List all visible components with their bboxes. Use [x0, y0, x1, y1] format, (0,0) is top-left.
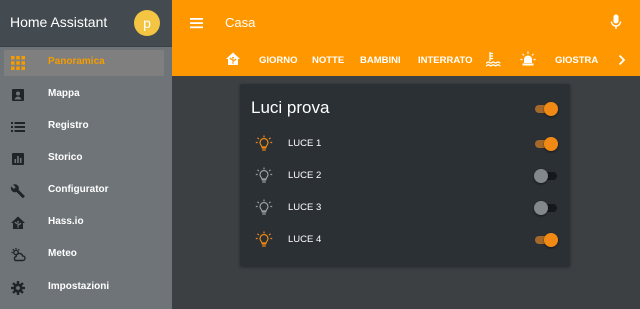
sidebar-item-configurator[interactable]: Configurator [0, 175, 172, 207]
sidebar: Home Assistant p Panoramica Mappa Regist… [0, 0, 172, 309]
sidebar-item-label: Impostazioni [48, 281, 110, 292]
chart-icon [12, 153, 24, 165]
tab-water-level-icon[interactable] [485, 51, 501, 67]
lightbulb-icon [255, 199, 273, 215]
microphone-icon[interactable] [608, 13, 624, 31]
light-row-luce-3: LUCE 3 [240, 193, 570, 223]
light-toggle[interactable] [534, 233, 558, 247]
lightbulb-icon [255, 167, 273, 183]
tab-giorno[interactable]: GIORNO [259, 55, 298, 66]
sidebar-item-label: Panoramica [48, 56, 105, 67]
sidebar-item-label: Mappa [48, 88, 80, 99]
weather-icon [11, 248, 26, 262]
app-toolbar: Casa GIORNO NOTTE BAMBINI INTERRATO GIOS… [172, 0, 640, 76]
sidebar-item-mappa[interactable]: Mappa [0, 79, 172, 111]
tab-siren-icon[interactable] [520, 51, 536, 67]
sidebar-item-label: Registro [48, 120, 89, 131]
light-name: LUCE 3 [288, 202, 322, 213]
lightbulb-icon [255, 135, 273, 151]
sidebar-item-label: Meteo [48, 248, 77, 259]
light-name: LUCE 4 [288, 234, 322, 245]
tab-giostra[interactable]: GIOSTRA [555, 55, 598, 66]
sidebar-item-storico[interactable]: Storico [0, 143, 172, 175]
light-name: LUCE 2 [288, 170, 322, 181]
tab-home-icon[interactable] [225, 51, 241, 67]
map-icon [12, 89, 24, 101]
user-avatar[interactable]: p [134, 10, 160, 36]
tab-bambini[interactable]: BAMBINI [360, 55, 401, 66]
sidebar-item-registro[interactable]: Registro [0, 111, 172, 143]
light-toggle[interactable] [534, 137, 558, 151]
grid-icon [11, 56, 25, 70]
chevron-right-icon[interactable] [616, 53, 628, 67]
tab-notte[interactable]: NOTTE [312, 55, 344, 66]
light-row-luce-1: LUCE 1 [240, 129, 570, 159]
light-name: LUCE 1 [288, 138, 322, 149]
page-title: Casa [225, 15, 256, 30]
app-title: Home Assistant [10, 14, 108, 30]
light-toggle[interactable] [534, 201, 558, 215]
light-row-luce-2: LUCE 2 [240, 161, 570, 191]
sidebar-item-label: Configurator [48, 184, 109, 195]
lights-card: Luci prova LUCE 1 LUCE 2 LUCE 3 LUCE 4 [240, 84, 570, 266]
tab-interrato[interactable]: INTERRATO [418, 55, 473, 66]
light-row-luce-4: LUCE 4 [240, 225, 570, 255]
master-toggle[interactable] [534, 102, 558, 116]
menu-icon[interactable] [188, 14, 206, 32]
lightbulb-icon [255, 231, 273, 247]
gear-icon [11, 281, 25, 295]
sidebar-item-impostazioni[interactable]: Impostazioni [0, 272, 172, 304]
list-icon [11, 122, 25, 132]
light-toggle[interactable] [534, 169, 558, 183]
sidebar-item-label: Hass.io [48, 216, 84, 227]
sidebar-item-meteo[interactable]: Meteo [0, 239, 172, 271]
sidebar-item-panoramica[interactable]: Panoramica [0, 47, 172, 79]
home-assistant-icon [11, 216, 25, 229]
sidebar-item-label: Storico [48, 152, 83, 163]
sidebar-item-hassio[interactable]: Hass.io [0, 207, 172, 239]
card-title: Luci prova [251, 98, 330, 117]
sidebar-header: Home Assistant p [0, 0, 172, 47]
wrench-icon [10, 184, 25, 199]
